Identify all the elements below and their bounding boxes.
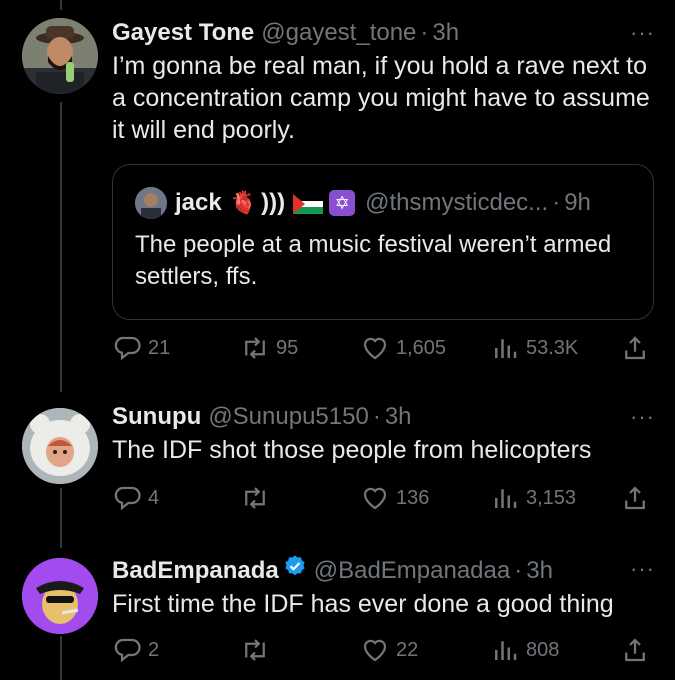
star-of-david-icon: ✡ bbox=[329, 190, 356, 216]
retweet-icon bbox=[245, 337, 265, 359]
like-count: 136 bbox=[396, 486, 430, 509]
anatomical-heart-emoji: 🫀 bbox=[229, 190, 258, 215]
like-button[interactable]: 1,605 bbox=[360, 332, 446, 364]
retweet-count: 95 bbox=[276, 336, 299, 359]
tweet[interactable]: Gayest Tone @gayest_tone · 3h ··· I’m go… bbox=[0, 0, 675, 385]
like-button[interactable]: 22 bbox=[360, 634, 418, 666]
views-icon bbox=[495, 339, 517, 358]
display-name[interactable]: BadEmpanada bbox=[112, 556, 279, 586]
like-icon bbox=[363, 487, 387, 510]
separator-dot: · bbox=[420, 19, 429, 46]
retweet-button[interactable] bbox=[240, 634, 276, 666]
reply-button[interactable]: 2 bbox=[112, 634, 159, 666]
reply-button[interactable]: 21 bbox=[112, 332, 170, 364]
quoted-timestamp[interactable]: 9h bbox=[564, 189, 591, 217]
timestamp[interactable]: 3h bbox=[385, 402, 412, 432]
quoted-tweet[interactable]: jack 🫀 ))) ✡ @thsmysticdec... · 9h The p… bbox=[112, 164, 654, 320]
reply-count: 21 bbox=[148, 336, 171, 359]
username[interactable]: @gayest_tone bbox=[261, 18, 416, 48]
palestine-flag-icon bbox=[293, 193, 324, 214]
retweet-button[interactable]: 95 bbox=[240, 332, 298, 364]
quoted-tweet-header: jack 🫀 ))) ✡ @thsmysticdec... · 9h bbox=[135, 187, 591, 219]
share-button[interactable] bbox=[620, 482, 650, 514]
avatar[interactable] bbox=[22, 558, 98, 634]
reply-button[interactable]: 4 bbox=[112, 482, 159, 514]
share-icon bbox=[625, 336, 645, 360]
view-count: 3,153 bbox=[526, 486, 577, 509]
tweet-header: Gayest Tone @gayest_tone · 3h bbox=[112, 18, 655, 48]
verified-badge-icon bbox=[285, 555, 305, 576]
view-count: 53.3K bbox=[526, 336, 579, 359]
display-name[interactable]: Sunupu bbox=[112, 402, 201, 432]
retweet-button[interactable] bbox=[240, 482, 276, 514]
username[interactable]: @Sunupu5150 bbox=[208, 402, 369, 432]
tweet-header: BadEmpanada @BadEmpanadaa · 3h bbox=[112, 554, 655, 586]
reply-icon bbox=[114, 336, 141, 361]
retweet-icon bbox=[245, 639, 265, 661]
reply-count: 4 bbox=[148, 486, 160, 509]
share-button[interactable] bbox=[620, 634, 650, 666]
view-count: 808 bbox=[526, 638, 560, 661]
display-name[interactable]: Gayest Tone bbox=[112, 18, 254, 48]
like-icon bbox=[363, 639, 387, 662]
tweet-text: I’m gonna be real man, if you hold a rav… bbox=[112, 52, 650, 144]
tweet-text: The IDF shot those people from helicopte… bbox=[112, 436, 592, 464]
avatar[interactable] bbox=[22, 408, 98, 484]
tweet-actions: 4 136 3,153 bbox=[112, 482, 652, 514]
more-options-icon[interactable]: ··· bbox=[630, 20, 655, 46]
quoted-avatar-image bbox=[135, 187, 167, 219]
like-count: 22 bbox=[396, 638, 419, 661]
share-button[interactable] bbox=[620, 332, 650, 364]
separator-dot: · bbox=[372, 403, 381, 430]
tweet-text: First time the IDF has ever done a good … bbox=[112, 590, 614, 618]
more-options-icon[interactable]: ··· bbox=[630, 404, 655, 430]
tweet-header: Sunupu @Sunupu5150 · 3h bbox=[112, 402, 655, 432]
separator-dot: · bbox=[552, 189, 561, 216]
like-count: 1,605 bbox=[396, 336, 447, 359]
share-icon bbox=[625, 638, 645, 662]
tweet[interactable]: BadEmpanada @BadEmpanadaa · 3h ··· First… bbox=[0, 548, 675, 680]
quoted-avatar[interactable] bbox=[135, 187, 167, 219]
sound-waves-emoji: ))) bbox=[261, 189, 286, 216]
like-button[interactable]: 136 bbox=[360, 482, 429, 514]
views-button[interactable]: 3,153 bbox=[490, 482, 576, 514]
quoted-display-name[interactable]: jack bbox=[175, 189, 222, 217]
tweet-actions: 21 95 1,605 53.3K bbox=[112, 332, 652, 364]
separator-dot: · bbox=[514, 557, 523, 584]
avatar[interactable] bbox=[22, 18, 98, 94]
views-icon bbox=[495, 641, 517, 660]
avatar-image bbox=[22, 408, 98, 484]
username[interactable]: @BadEmpanadaa bbox=[314, 556, 511, 586]
avatar-image bbox=[22, 558, 98, 634]
reply-icon bbox=[114, 638, 141, 663]
timestamp[interactable]: 3h bbox=[432, 18, 459, 48]
avatar-image bbox=[22, 18, 98, 94]
share-icon bbox=[625, 486, 645, 510]
quoted-tweet-text: The people at a music festival weren’t a… bbox=[135, 231, 612, 290]
tweet[interactable]: Sunupu @Sunupu5150 · 3h ··· The IDF shot… bbox=[0, 392, 675, 540]
retweet-icon bbox=[245, 487, 265, 509]
tweet-actions: 2 22 808 bbox=[112, 634, 652, 666]
reply-icon bbox=[114, 486, 141, 511]
views-button[interactable]: 53.3K bbox=[490, 332, 578, 364]
like-icon bbox=[363, 337, 387, 360]
more-options-icon[interactable]: ··· bbox=[630, 556, 655, 582]
timestamp[interactable]: 3h bbox=[526, 556, 553, 586]
views-button[interactable]: 808 bbox=[490, 634, 559, 666]
quoted-username[interactable]: @thsmysticdec... bbox=[365, 189, 548, 217]
reply-count: 2 bbox=[148, 638, 160, 661]
views-icon bbox=[495, 489, 517, 508]
